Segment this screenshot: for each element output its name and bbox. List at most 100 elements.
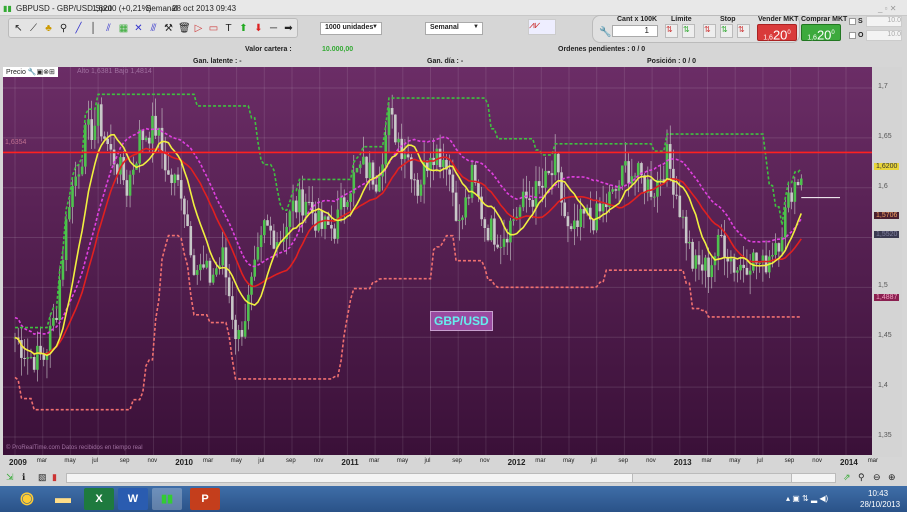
zoom-fit-icon[interactable]: ⚲: [858, 472, 865, 483]
explorer-icon[interactable]: ▬: [48, 488, 78, 510]
candle-body: [333, 228, 336, 239]
price-chart[interactable]: Precio 🔧▣⊗⊞ Alto 1,6381 Bajo 1,4814 1,63…: [3, 67, 875, 455]
candle-body: [473, 164, 477, 183]
hline-icon[interactable]: ─: [268, 23, 279, 34]
time-axis[interactable]: 2009 mar may jul sep nov 2010 mar may jul sep nov 20…: [3, 457, 878, 469]
triangle-icon[interactable]: ▷: [193, 23, 204, 34]
candle-body: [684, 216, 688, 244]
horizontal-scrollbar[interactable]: [66, 473, 836, 483]
candle-body: [29, 356, 33, 358]
candle-body: [234, 319, 237, 340]
candle-body: [243, 321, 247, 337]
units-select[interactable]: 1000 unidades ▼: [320, 22, 382, 35]
candle-body: [601, 203, 605, 212]
limit-buy-button[interactable]: ⇅: [665, 24, 678, 38]
candle-body: [627, 161, 630, 184]
title-bar: ▮▮ GBPUSD - GBP/USD Spot 1,6200 (+0,21%)…: [0, 0, 907, 16]
window-controls[interactable]: _ ▫ ✕: [878, 4, 896, 13]
zoom-out-icon[interactable]: ⊖: [873, 472, 881, 483]
candle-body: [77, 174, 81, 177]
text-icon[interactable]: T: [223, 23, 234, 34]
candle-body: [170, 174, 173, 183]
word-icon[interactable]: W: [118, 488, 148, 510]
candle-body: [52, 317, 55, 326]
candle-body: [550, 173, 554, 176]
candle-body: [362, 156, 365, 165]
price-axis[interactable]: 1,35 1,4 1,45 1,5 1,6 1,65 1,7 1,6200 1,5706 1,55…: [872, 67, 902, 457]
wrench-icon[interactable]: 🔧: [599, 27, 611, 38]
export-icon[interactable]: ⇲: [6, 472, 14, 483]
prorealtime-icon[interactable]: ▮▮: [152, 488, 182, 510]
zoom-in-icon[interactable]: ⊕: [888, 472, 896, 483]
candle-body: [317, 210, 320, 231]
object-icon[interactable]: ▧: [38, 472, 47, 483]
cross-icon[interactable]: ✕: [133, 23, 144, 34]
candle-body: [215, 268, 218, 275]
period-select[interactable]: Semanal ▼: [425, 22, 483, 35]
alert-icon[interactable]: ♣: [43, 23, 54, 34]
daily-gain: Gan. día : -: [427, 58, 464, 65]
x-tick-label: sep: [618, 458, 629, 464]
qty-input[interactable]: 1: [612, 25, 658, 37]
tools-icon[interactable]: ⚒: [163, 23, 174, 34]
candle-body: [390, 108, 394, 115]
indicator-icon[interactable]: ℹ: [22, 472, 25, 483]
tray-icons[interactable]: ▴ ▣ ⇅ ▂ ◀): [786, 494, 828, 503]
zoom-icon[interactable]: ⚲: [58, 23, 69, 34]
candle-body: [659, 179, 662, 181]
x-tick-label: sep: [286, 458, 296, 464]
chrome-icon[interactable]: ◉: [12, 488, 42, 510]
candle-body: [694, 255, 698, 269]
candle-body: [147, 137, 151, 144]
arrow-up-icon[interactable]: ⬆: [238, 23, 249, 34]
ma-yellow: [14, 133, 802, 357]
fibonacci-icon[interactable]: ▦: [118, 23, 129, 34]
channel-icon[interactable]: ⫽: [103, 23, 114, 34]
pointer-icon[interactable]: ↖: [13, 23, 24, 34]
rectangle-icon[interactable]: ▭: [208, 23, 219, 34]
candle-body: [441, 159, 445, 168]
clock-time: 10:43: [868, 489, 889, 498]
pending-orders[interactable]: Ordenes pendientes : 0 / 0: [558, 46, 645, 53]
s-checkbox[interactable]: [849, 18, 856, 25]
candle-body: [643, 175, 646, 193]
stop-button-2[interactable]: ⇅: [720, 24, 733, 38]
candle-body: [323, 216, 327, 229]
buy-price: 20: [816, 27, 832, 43]
ruler-icon[interactable]: ⟋: [28, 23, 39, 34]
limit-sell-button[interactable]: ⇅: [682, 24, 695, 38]
candle-body: [636, 163, 640, 176]
sell-label: Vender MKT: [758, 16, 799, 23]
stop-button-3[interactable]: ⇅: [737, 24, 750, 38]
chart-type-icon[interactable]: ⩘⩗: [528, 19, 556, 35]
s-input[interactable]: 10.0: [866, 16, 902, 27]
candle-body: [384, 135, 388, 165]
position[interactable]: Posición : 0 / 0: [647, 58, 696, 65]
sell-market-button[interactable]: 1,6200: [757, 24, 797, 42]
stop-button-1[interactable]: ⇅: [703, 24, 716, 38]
candle-icon[interactable]: ▮: [52, 472, 57, 483]
arrow-down-icon[interactable]: ⬇: [253, 23, 264, 34]
scroll-thumb[interactable]: [632, 474, 792, 482]
arrow-right-icon[interactable]: ➡: [283, 23, 294, 34]
buy-market-button[interactable]: 1,6200: [801, 24, 841, 43]
vertical-line-icon[interactable]: │: [88, 23, 99, 34]
candle-body: [774, 243, 777, 256]
candle-body: [691, 241, 694, 269]
excel-icon[interactable]: X: [84, 488, 114, 510]
chart-settings-icons[interactable]: 🔧▣⊗⊞: [28, 69, 55, 76]
parallel-icon[interactable]: ⫻: [148, 23, 159, 34]
trendline-icon[interactable]: ╱: [73, 23, 84, 34]
auto-scale-icon[interactable]: ⇗: [843, 472, 851, 483]
x-tick-label: nov: [812, 458, 822, 464]
candle-body: [199, 264, 202, 271]
o-input[interactable]: 10.0: [866, 30, 902, 41]
powerpoint-icon[interactable]: P: [190, 488, 220, 510]
x-tick-label: mar: [867, 458, 879, 464]
o-label: O: [858, 32, 864, 39]
candle-body: [109, 144, 113, 150]
trash-icon[interactable]: 🗑: [178, 23, 191, 34]
o-checkbox[interactable]: [849, 32, 856, 39]
x-tick-label: may: [64, 458, 76, 464]
o-value: 10.0: [887, 31, 901, 38]
